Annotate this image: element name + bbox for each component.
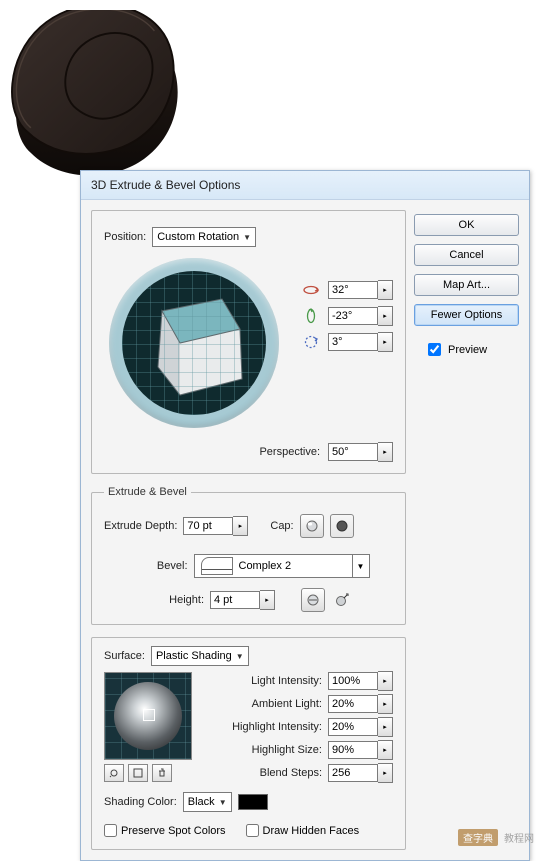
stepper-arrow-icon[interactable]: ▸ (378, 763, 393, 783)
rotation-z-field[interactable] (328, 333, 378, 351)
rotation-y-field[interactable] (328, 307, 378, 325)
surface-label: Surface: (104, 650, 145, 662)
chevron-down-icon: ▼ (352, 555, 369, 577)
stepper-arrow-icon[interactable]: ▸ (233, 516, 248, 536)
perspective-field[interactable] (328, 443, 378, 461)
map-art-button[interactable]: Map Art... (414, 274, 519, 296)
highlight-size-label: Highlight Size: (210, 744, 322, 756)
draw-hidden-faces-label: Draw Hidden Faces (263, 825, 360, 837)
bevel-height-field[interactable] (210, 591, 260, 609)
rotate-x-axis-icon (302, 281, 320, 299)
ok-button[interactable]: OK (414, 214, 519, 236)
bevel-extent-out-button[interactable] (331, 589, 353, 611)
rotation-trackball[interactable] (104, 253, 284, 433)
dialog-titlebar[interactable]: 3D Extrude & Bevel Options (81, 171, 529, 200)
cap-label: Cap: (270, 520, 293, 532)
new-light-button[interactable] (128, 764, 148, 782)
cancel-button[interactable]: Cancel (414, 244, 519, 266)
fewer-options-button[interactable]: Fewer Options (414, 304, 519, 326)
extrude-depth-input[interactable]: ▸ (183, 517, 248, 535)
position-mode-select[interactable]: Custom Rotation ▼ (152, 227, 256, 247)
group-extrude-bevel: Extrude & Bevel Extrude Depth: ▸ Cap: (91, 486, 406, 625)
stepper-arrow-icon[interactable]: ▸ (378, 694, 393, 714)
stepper-arrow-icon[interactable]: ▸ (378, 717, 393, 737)
chevron-down-icon: ▼ (243, 233, 251, 242)
shading-color-select[interactable]: Black ▼ (183, 792, 232, 812)
stepper-arrow-icon[interactable]: ▸ (378, 306, 393, 326)
perspective-input[interactable]: ▸ (328, 443, 393, 461)
ambient-light-label: Ambient Light: (210, 698, 322, 710)
ambient-light-input[interactable]: ▸ (328, 695, 393, 713)
chevron-down-icon: ▼ (219, 798, 227, 807)
surface-mode-value: Plastic Shading (156, 650, 232, 662)
bevel-select[interactable]: Complex 2 ▼ (194, 554, 370, 578)
bevel-extent-in-button[interactable] (301, 588, 325, 612)
preserve-spot-colors-checkbox[interactable]: Preserve Spot Colors (104, 824, 226, 837)
cap-off-button[interactable] (330, 514, 354, 538)
light-intensity-label: Light Intensity: (210, 675, 322, 687)
draw-hidden-faces-checkbox[interactable]: Draw Hidden Faces (246, 824, 360, 837)
extrude-bevel-legend: Extrude & Bevel (104, 486, 191, 498)
position-mode-value: Custom Rotation (157, 231, 239, 243)
stepper-arrow-icon[interactable]: ▸ (378, 442, 393, 462)
blend-steps-input[interactable]: ▸ (328, 764, 393, 782)
delete-light-button[interactable] (152, 764, 172, 782)
stepper-arrow-icon[interactable]: ▸ (378, 280, 393, 300)
watermark-text: 教程网 (504, 830, 534, 845)
highlight-size-input[interactable]: ▸ (328, 741, 393, 759)
shading-color-label: Shading Color: (104, 796, 177, 808)
light-handle[interactable] (143, 709, 155, 721)
rotate-y-axis-icon (302, 307, 320, 325)
dialog-title: 3D Extrude & Bevel Options (91, 178, 240, 192)
shading-color-swatch[interactable] (238, 794, 268, 810)
preserve-spot-colors-label: Preserve Spot Colors (121, 825, 226, 837)
rotate-z-axis-icon (302, 333, 320, 351)
preview-checkbox[interactable]: Preview (414, 340, 519, 359)
bevel-height-label: Height: (144, 594, 204, 606)
bevel-height-input[interactable]: ▸ (210, 591, 275, 609)
stepper-arrow-icon[interactable]: ▸ (378, 671, 393, 691)
move-light-back-button[interactable] (104, 764, 124, 782)
cap-on-button[interactable] (300, 514, 324, 538)
stepper-arrow-icon[interactable]: ▸ (260, 590, 275, 610)
chevron-down-icon: ▼ (236, 652, 244, 661)
group-position: Position: Custom Rotation ▼ (91, 210, 406, 474)
rotation-y-input[interactable]: ▸ (328, 307, 393, 325)
extrude-depth-field[interactable] (183, 517, 233, 535)
position-label: Position: (104, 231, 146, 243)
bevel-profile-icon (201, 557, 233, 575)
stepper-arrow-icon[interactable]: ▸ (378, 740, 393, 760)
artwork-3d-letter (10, 10, 190, 193)
watermark-badge: 查字典 (458, 829, 498, 846)
light-intensity-input[interactable]: ▸ (328, 672, 393, 690)
preview-label: Preview (448, 344, 487, 356)
shading-color-value: Black (188, 796, 215, 808)
blend-steps-label: Blend Steps: (210, 767, 322, 779)
highlight-intensity-label: Highlight Intensity: (210, 721, 322, 733)
perspective-label: Perspective: (259, 446, 320, 458)
rotation-x-field[interactable] (328, 281, 378, 299)
bevel-label: Bevel: (128, 560, 188, 572)
light-direction-sphere[interactable] (104, 672, 192, 760)
dialog-3d-extrude-bevel: 3D Extrude & Bevel Options Position: Cus… (80, 170, 530, 861)
highlight-intensity-input[interactable]: ▸ (328, 718, 393, 736)
stepper-arrow-icon[interactable]: ▸ (378, 332, 393, 352)
bevel-value: Complex 2 (239, 560, 352, 572)
watermark: 查字典 教程网 (458, 829, 534, 846)
extrude-depth-label: Extrude Depth: (104, 520, 177, 532)
group-surface: Surface: Plastic Shading ▼ (91, 637, 406, 850)
rotation-z-input[interactable]: ▸ (328, 333, 393, 351)
rotation-x-input[interactable]: ▸ (328, 281, 393, 299)
surface-mode-select[interactable]: Plastic Shading ▼ (151, 646, 249, 666)
